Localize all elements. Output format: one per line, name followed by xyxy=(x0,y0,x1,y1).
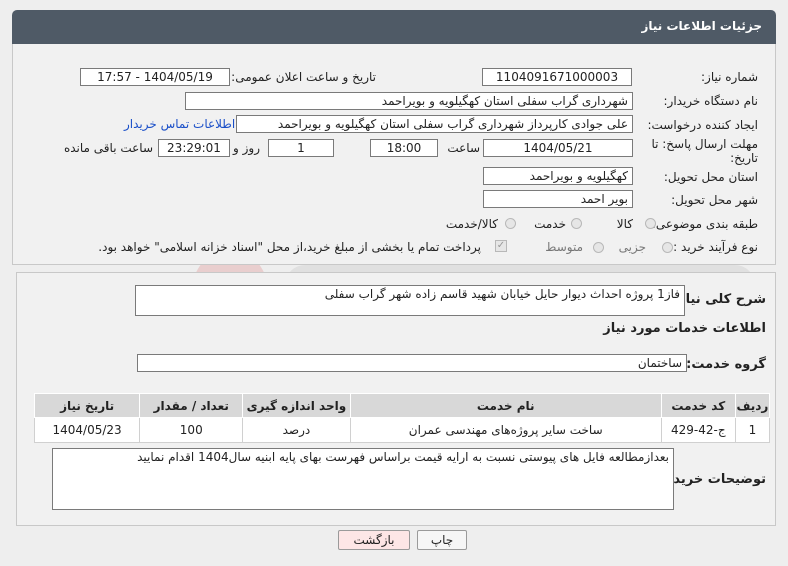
remaining-label: ساعت باقی مانده xyxy=(63,141,153,155)
announce-field[interactable]: 1404/05/19 - 17:57 xyxy=(80,68,230,86)
category-goods-service-label: کالا/خدمت xyxy=(445,217,498,231)
days-label: روز و xyxy=(233,141,260,155)
city-field[interactable]: بویر احمد xyxy=(483,190,633,208)
description-field[interactable]: فاز1 پروژه احداث دیوار حایل خیابان شهید … xyxy=(135,285,685,316)
cell-need-date: 1404/05/23 xyxy=(33,417,141,443)
deadline-label-line2: تاریخ: xyxy=(730,151,758,165)
process-minor-radio[interactable] xyxy=(662,242,673,253)
city-label: شهر محل تحویل: xyxy=(671,193,758,207)
col-service-code: کد خدمت xyxy=(660,393,736,418)
services-table: ردیف کد خدمت نام خدمت واحد اندازه گیری ت… xyxy=(33,393,771,443)
buyer-org-label: نام دستگاه خریدار: xyxy=(663,94,759,108)
province-label: استان محل تحویل: xyxy=(663,170,758,184)
category-goods-label: کالا xyxy=(616,217,633,231)
creator-field[interactable]: علی جوادی کارپرداز شهرداری گراب سفلی است… xyxy=(236,115,633,133)
province-field[interactable]: کهگیلویه و بویراحمد xyxy=(483,167,633,185)
page-title: جزئیات اطلاعات نیاز xyxy=(641,19,762,33)
table-row: 1 ج-42-429 ساخت سایر پروژه‌های مهندسی عم… xyxy=(33,417,771,443)
col-unit: واحد اندازه گیری xyxy=(242,393,351,418)
buyer-contact-link[interactable]: اطلاعات تماس خریدار xyxy=(124,117,235,131)
category-service-label: خدمت xyxy=(534,217,566,231)
deadline-time-field[interactable]: 18:00 xyxy=(370,139,438,157)
col-service-name: نام خدمت xyxy=(349,393,662,418)
service-group-label: گروه خدمت: xyxy=(686,357,766,372)
col-quantity: تعداد / مقدار xyxy=(139,393,244,418)
announce-label: تاریخ و ساعت اعلان عمومی: xyxy=(231,70,376,84)
col-row-number: ردیف xyxy=(734,393,771,418)
service-group-field[interactable]: ساختمان xyxy=(137,354,687,372)
process-label: نوع فرآیند خرید : xyxy=(673,240,758,254)
services-heading: اطلاعات خدمات مورد نیاز xyxy=(603,321,766,336)
category-goods-service-radio[interactable] xyxy=(505,218,516,229)
days-field[interactable]: 1 xyxy=(268,139,334,157)
cell-quantity: 100 xyxy=(139,417,244,443)
process-minor-label: جزیی xyxy=(618,240,646,254)
description-label: شرح کلی نیاز: xyxy=(672,292,766,307)
deadline-label-line1: مهلت ارسال پاسخ: تا xyxy=(651,137,758,151)
cell-unit: درصد xyxy=(242,417,351,443)
col-need-date: تاریخ نیاز xyxy=(33,393,141,418)
creator-label: ایجاد کننده درخواست: xyxy=(647,118,758,132)
cell-service-name: ساخت سایر پروژه‌های مهندسی عمران xyxy=(349,417,662,443)
buyer-org-field[interactable]: شهرداری گراب سفلی استان کهگیلویه و بویرا… xyxy=(185,92,633,110)
process-medium-radio[interactable] xyxy=(593,242,604,253)
back-button[interactable]: بازگشت xyxy=(338,530,410,550)
process-medium-label: متوسط xyxy=(545,240,583,254)
deadline-time-label: ساعت xyxy=(447,141,480,155)
cell-row-number: 1 xyxy=(734,417,771,443)
remaining-time-field[interactable]: 23:29:01 xyxy=(158,139,230,157)
category-label: طبقه بندی موضوعی: xyxy=(651,217,758,231)
payment-note: پرداخت تمام یا بخشی از مبلغ خرید،از محل … xyxy=(98,240,481,254)
payment-checkbox[interactable]: ✓ xyxy=(495,240,507,252)
need-number-field[interactable]: 1104091671000003 xyxy=(482,68,632,86)
page-header: جزئیات اطلاعات نیاز xyxy=(12,10,776,44)
category-goods-radio[interactable] xyxy=(645,218,656,229)
need-number-label: شماره نیاز: xyxy=(701,70,758,84)
category-service-radio[interactable] xyxy=(571,218,582,229)
buyer-notes-field[interactable]: بعدازمطالعه فایل های پیوستی نسبت به ارای… xyxy=(52,448,674,510)
cell-service-code: ج-42-429 xyxy=(660,417,736,443)
deadline-date-field[interactable]: 1404/05/21 xyxy=(483,139,633,157)
table-header-row: ردیف کد خدمت نام خدمت واحد اندازه گیری ت… xyxy=(33,393,771,418)
print-button[interactable]: چاپ xyxy=(417,530,467,550)
